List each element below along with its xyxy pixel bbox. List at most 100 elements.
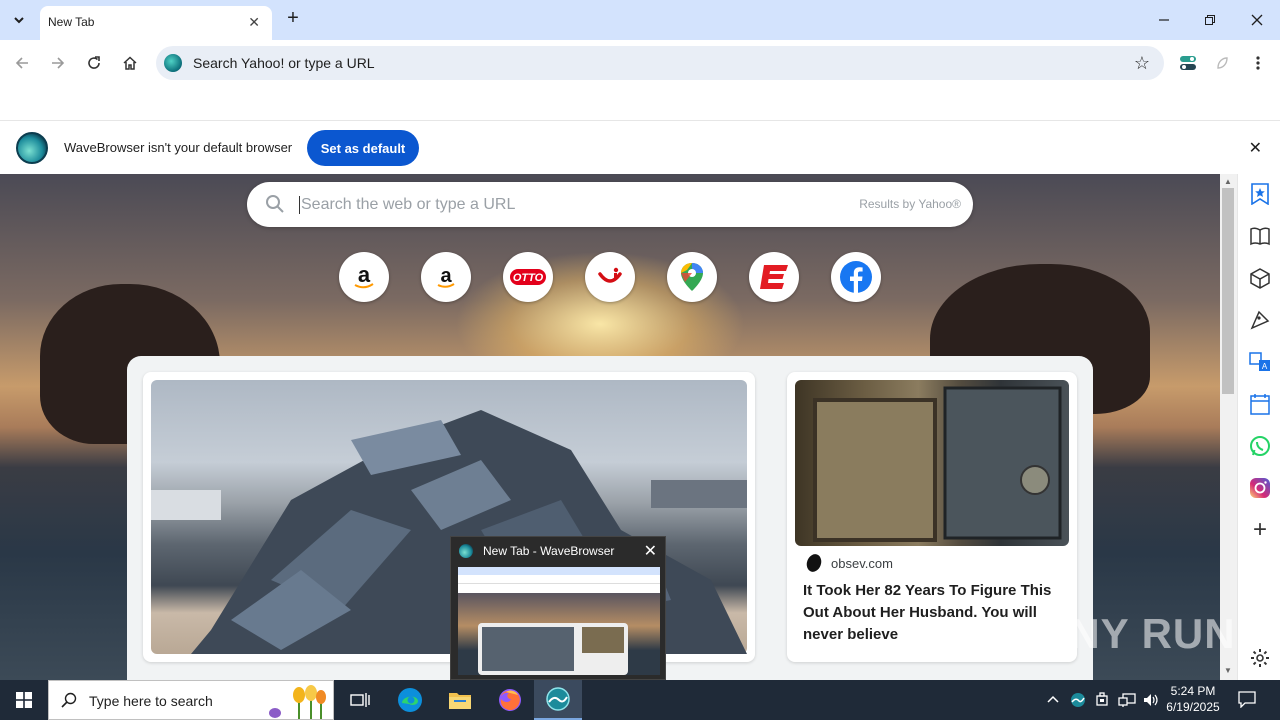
add-side-app-button[interactable]: + (1248, 516, 1272, 543)
extensions-button[interactable] (1176, 51, 1200, 75)
side-panel-settings-button[interactable] (1248, 646, 1272, 670)
speaker-icon (1144, 694, 1158, 706)
task-view-icon (350, 693, 370, 707)
arrow-left-icon (15, 57, 28, 69)
menu-button[interactable] (1246, 51, 1270, 75)
windows-taskbar: Type here to search 5:24 PM 6/19/2025 (0, 680, 1280, 720)
thumb-toolbar (458, 575, 660, 583)
volume-tray-button[interactable] (1142, 692, 1160, 711)
network-tray-button[interactable] (1118, 692, 1136, 711)
tulips-icon (269, 685, 326, 719)
page-scrollbar[interactable]: ▲ ▼ (1220, 174, 1237, 680)
new-tab-button[interactable]: + (282, 8, 304, 30)
amazon-icon: a (437, 265, 455, 288)
home-button[interactable] (118, 51, 142, 75)
apps-side-button[interactable] (1248, 266, 1272, 290)
arrow-right-icon (52, 57, 65, 69)
scroll-up-icon[interactable]: ▲ (1224, 177, 1232, 186)
bookmarks-side-button[interactable] (1248, 182, 1272, 206)
task-view-button[interactable] (336, 680, 384, 720)
tab-close-icon[interactable]: ✕ (248, 14, 260, 31)
clock-time: 5:24 PM (1170, 684, 1216, 698)
plus-icon: + (1252, 516, 1267, 543)
back-button[interactable] (10, 51, 34, 75)
reload-button[interactable] (82, 51, 106, 75)
search-icon (61, 692, 77, 708)
amazon-shortcut[interactable]: a (339, 252, 389, 302)
infobar-close-icon[interactable]: ✕ (1249, 138, 1262, 158)
clock-date: 6/19/2025 (1166, 700, 1220, 714)
preview-close-icon[interactable]: ✕ (644, 541, 657, 561)
reading-list-side-button[interactable] (1248, 224, 1272, 248)
show-hidden-icons-button[interactable] (1047, 692, 1059, 707)
chevron-up-icon (1047, 695, 1059, 703)
tab-search-button[interactable] (6, 7, 32, 33)
bookmark-star-icon (1251, 183, 1269, 205)
restore-button[interactable] (1198, 8, 1222, 32)
google-maps-shortcut[interactable] (667, 252, 717, 302)
leaf-icon (1217, 57, 1228, 69)
results-by-yahoo: Results by Yahoo® (859, 197, 961, 211)
translate-side-button[interactable]: A (1248, 350, 1272, 374)
espn-shortcut[interactable] (749, 252, 799, 302)
wavebrowser-tray-button[interactable] (1070, 692, 1086, 711)
tui-smile-icon (598, 267, 622, 283)
close-window-button[interactable] (1245, 8, 1269, 32)
notifications-button[interactable] (1238, 690, 1256, 711)
file-explorer-taskbar-button[interactable] (436, 680, 484, 720)
amazon-shortcut-2[interactable]: a (421, 252, 471, 302)
cube-icon (1250, 268, 1270, 289)
whatsapp-side-button[interactable] (1248, 434, 1272, 458)
side-news-card[interactable]: obsev.com It Took Her 82 Years To Figure… (787, 372, 1077, 662)
scroll-down-icon[interactable]: ▼ (1224, 666, 1232, 675)
taskbar-clock[interactable]: 5:24 PM 6/19/2025 (1164, 683, 1222, 715)
newtab-search-bar[interactable]: Search the web or type a URL Results by … (247, 182, 973, 227)
wavebrowser-tray-icon (1071, 693, 1085, 707)
toggle-extension-icon (1180, 56, 1196, 70)
wavebrowser-icon (459, 544, 473, 558)
wavebrowser-taskbar-button[interactable] (534, 680, 582, 720)
svg-text:A: A (1262, 362, 1268, 371)
address-bar[interactable]: Search Yahoo! or type a URL ☆ (156, 46, 1164, 80)
instagram-side-button[interactable] (1248, 476, 1272, 500)
edge-taskbar-button[interactable] (386, 680, 434, 720)
newtab-search-input[interactable]: Search the web or type a URL (299, 196, 515, 214)
notification-icon (1238, 691, 1256, 709)
facebook-icon (840, 261, 872, 293)
profile-button[interactable] (1210, 51, 1234, 75)
bookmark-star-icon[interactable]: ☆ (1134, 53, 1150, 74)
espn-icon (760, 265, 788, 289)
windows-logo-icon (16, 692, 32, 708)
firefox-taskbar-button[interactable] (486, 680, 534, 720)
set-as-default-button[interactable]: Set as default (307, 130, 419, 166)
firefox-icon (499, 689, 521, 711)
thumb-feed-image (482, 627, 574, 671)
otto-shortcut[interactable]: OTTO (503, 252, 553, 302)
preview-title: New Tab - WaveBrowser (483, 544, 615, 558)
preview-thumbnail[interactable] (458, 567, 660, 675)
close-icon (1251, 14, 1263, 26)
taskbar-search-placeholder: Type here to search (89, 693, 213, 709)
shopping-side-button[interactable] (1248, 308, 1272, 332)
thumb-tabstrip (458, 567, 660, 575)
article-title[interactable]: It Took Her 82 Years To Figure This Out … (803, 580, 1065, 646)
calendar-side-button[interactable] (1248, 392, 1272, 416)
taskbar-preview-popup[interactable]: New Tab - WaveBrowser ✕ (450, 536, 666, 680)
tag-icon (1250, 310, 1270, 330)
taskbar-search-box[interactable]: Type here to search (48, 680, 334, 720)
scrollbar-thumb[interactable] (1222, 188, 1234, 394)
tab-strip: New Tab ✕ + (0, 0, 1280, 40)
forward-button[interactable] (46, 51, 70, 75)
tui-shortcut[interactable] (585, 252, 635, 302)
tab-new-tab[interactable]: New Tab ✕ (40, 6, 272, 40)
device-tray-button[interactable] (1094, 692, 1110, 711)
facebook-shortcut[interactable] (831, 252, 881, 302)
minimize-button[interactable] (1152, 8, 1176, 32)
start-button[interactable] (0, 680, 48, 720)
wavebrowser-icon (546, 687, 570, 711)
book-icon (1250, 227, 1270, 246)
article-source: obsev.com (831, 556, 893, 571)
minimize-icon (1159, 19, 1169, 21)
wavebrowser-logo-icon (16, 132, 48, 164)
device-icon (1096, 692, 1108, 706)
